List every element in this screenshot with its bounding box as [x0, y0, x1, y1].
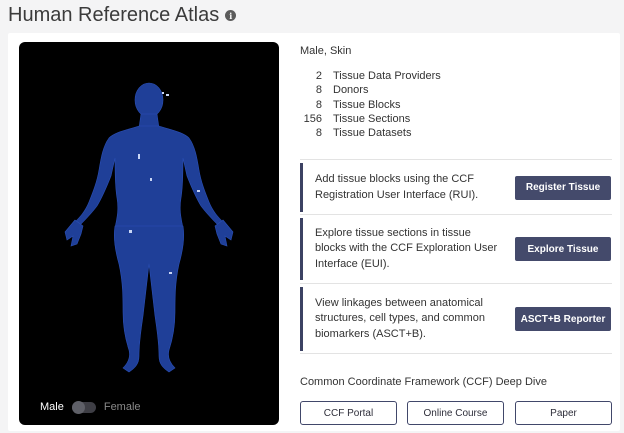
deep-dive-title: Common Coordinate Framework (CCF) Deep D…: [300, 376, 547, 388]
selection-label: Male, Skin: [300, 45, 352, 57]
stat-row: 156 Tissue Sections: [300, 112, 441, 126]
divider: [300, 159, 612, 160]
stat-label: Tissue Sections: [333, 113, 411, 126]
page-title: Human Reference Atlas i: [8, 4, 237, 27]
action-asctb-text: View linkages between anatomical structu…: [315, 296, 485, 340]
stat-label: Tissue Datasets: [333, 127, 412, 140]
stat-label: Tissue Data Providers: [333, 70, 441, 83]
tissue-block-marker: [150, 178, 152, 181]
toggle-knob: [71, 400, 85, 414]
sex-toggle-switch[interactable]: [71, 400, 96, 414]
body-left-hand: [64, 219, 84, 247]
stat-row: 8 Tissue Blocks: [300, 98, 441, 112]
stat-row: 8 Donors: [300, 83, 441, 97]
divider: [300, 283, 612, 284]
stat-row: 2 Tissue Data Providers: [300, 69, 441, 83]
online-course-button[interactable]: Online Course: [407, 401, 504, 425]
male-body-model: [64, 82, 234, 373]
stat-value: 2: [315, 70, 322, 83]
register-tissue-button[interactable]: Register Tissue: [515, 175, 611, 200]
stat-row: 8 Tissue Datasets: [300, 126, 441, 140]
ccf-portal-button[interactable]: CCF Portal: [300, 401, 397, 425]
sex-toggle: Male Female: [40, 400, 141, 414]
asctb-reporter-button[interactable]: ASCT+B Reporter: [515, 307, 611, 331]
tissue-block-marker: [162, 92, 164, 94]
body-right-hand: [214, 219, 234, 247]
divider: [300, 214, 612, 215]
explore-tissue-button[interactable]: Explore Tissue: [515, 237, 611, 261]
action-explore-text: Explore tissue sections in tissue blocks…: [315, 226, 498, 270]
info-icon[interactable]: i: [225, 10, 237, 21]
body-viewer[interactable]: Male Female: [19, 42, 279, 425]
tissue-block-marker: [169, 272, 172, 274]
tissue-block-marker: [166, 94, 169, 96]
action-asctb: View linkages between anatomical structu…: [300, 287, 612, 351]
stats-list: 2 Tissue Data Providers 8 Donors 8 Tissu…: [300, 69, 441, 140]
action-explore: Explore tissue sections in tissue blocks…: [300, 218, 612, 280]
stat-value: 156: [303, 113, 322, 126]
stat-value: 8: [315, 84, 322, 97]
page-title-text: Human Reference Atlas: [8, 4, 220, 26]
body-torso-arms: [74, 125, 224, 229]
stat-label: Tissue Blocks: [333, 98, 401, 111]
tissue-block-marker: [197, 190, 200, 192]
tissue-block-marker: [138, 154, 140, 159]
stat-value: 8: [315, 98, 322, 111]
paper-button[interactable]: Paper: [515, 401, 612, 425]
toggle-label-female[interactable]: Female: [104, 401, 141, 413]
toggle-label-male[interactable]: Male: [40, 401, 64, 413]
action-register-text: Add tissue blocks using the CCF Registra…: [315, 173, 479, 201]
tissue-block-marker: [129, 230, 132, 233]
divider: [300, 353, 612, 354]
stat-label: Donors: [333, 84, 369, 97]
action-register: Add tissue blocks using the CCF Registra…: [300, 163, 612, 212]
body-legs: [113, 225, 185, 373]
stat-value: 8: [315, 127, 322, 140]
body-head: [134, 82, 164, 118]
